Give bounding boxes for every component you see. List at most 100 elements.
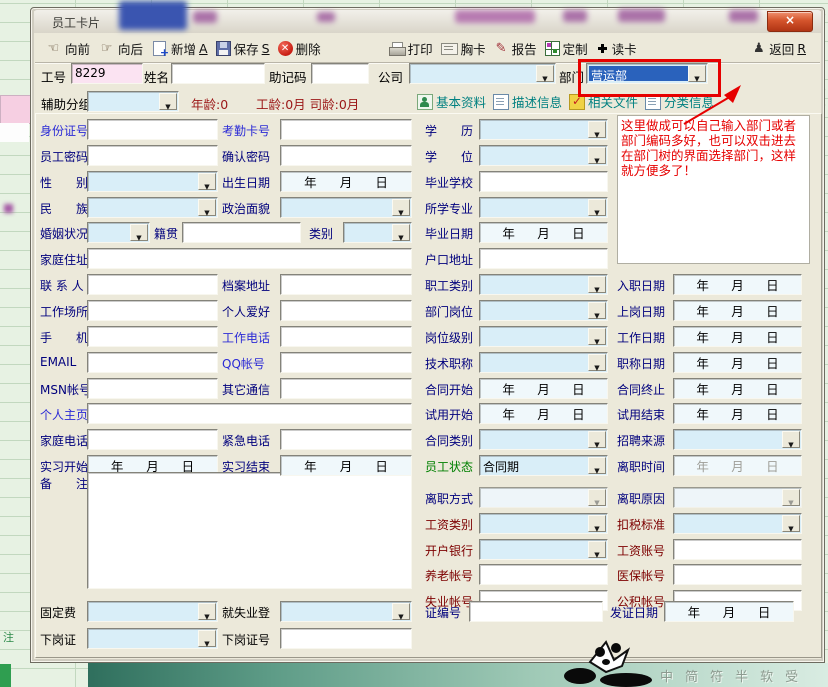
remarks-textarea[interactable] (87, 472, 412, 589)
forward-button[interactable]: ☜向前 (41, 37, 94, 60)
return-button[interactable]: ♟返回R (747, 37, 810, 60)
ime-mode-button[interactable]: 中 (660, 666, 673, 685)
add-new-button[interactable]: 新增A (147, 37, 212, 60)
pension_acct-input[interactable] (479, 564, 608, 585)
dropdown-arrow-icon[interactable]: ▼ (536, 65, 554, 82)
ime-buttons[interactable]: 中 简 符 半 软 受 (660, 666, 798, 685)
dropdown-arrow-icon[interactable]: ▼ (198, 173, 216, 190)
bank-combo[interactable]: ▼ (479, 539, 608, 560)
dropdown-arrow-icon[interactable]: ▼ (588, 354, 606, 371)
political-combo[interactable]: ▼ (280, 197, 412, 218)
save-button[interactable]: 保存S (212, 37, 274, 60)
household_addr-input[interactable] (479, 248, 608, 269)
password-input[interactable] (87, 145, 218, 166)
dropdown-arrow-icon[interactable]: ▼ (588, 276, 606, 293)
dropdown-arrow-icon[interactable]: ▼ (588, 199, 606, 216)
home_address-input[interactable] (87, 248, 412, 269)
tab-1[interactable]: 基本资料 (417, 92, 486, 111)
email-input[interactable] (87, 352, 218, 373)
emp_status-combo[interactable]: 合同期▼ (479, 455, 608, 476)
work_phone-input[interactable] (280, 326, 412, 347)
contact-input[interactable] (87, 274, 218, 295)
degree-combo[interactable]: ▼ (479, 145, 608, 166)
mobile-input[interactable] (87, 326, 218, 347)
cert_no-input[interactable] (469, 601, 603, 622)
gender-combo[interactable]: ▼ (87, 171, 218, 192)
badge-button[interactable]: 胸卡 (437, 37, 490, 60)
dropdown-arrow-icon[interactable]: ▼ (782, 515, 800, 532)
print-button[interactable]: 打印 (385, 37, 437, 60)
ime-softkeyboard-button[interactable]: 软 (760, 666, 773, 685)
cert_date-date-field[interactable]: 年月日 (664, 601, 794, 622)
salary_acct-input[interactable] (673, 539, 802, 560)
salary_type-combo[interactable]: ▼ (479, 513, 608, 534)
recruit_source-combo[interactable]: ▼ (673, 429, 802, 450)
marital-combo[interactable]: ▼ (87, 222, 150, 243)
backward-button[interactable]: ☞向后 (94, 37, 147, 60)
report-button[interactable]: ✎报告 (490, 37, 541, 60)
contract_start-date-field[interactable]: 年月日 (479, 378, 608, 399)
close-button[interactable]: × (767, 11, 813, 32)
company-combo[interactable]: ▼ (409, 63, 556, 84)
birth_date-date-field[interactable]: 年月日 (280, 171, 412, 192)
archive_address-input[interactable] (280, 274, 412, 295)
contract_end-date-field[interactable]: 年月日 (673, 378, 802, 399)
contract_type-combo[interactable]: ▼ (479, 429, 608, 450)
ime-simplified-button[interactable]: 简 (685, 666, 698, 685)
layoff_cert-combo[interactable]: ▼ (87, 628, 218, 649)
medical_acct-input[interactable] (673, 564, 802, 585)
dropdown-arrow-icon[interactable]: ▼ (588, 431, 606, 448)
mnemonic-input[interactable] (311, 63, 369, 84)
other_comm-input[interactable] (280, 378, 412, 399)
fixed_fee-combo[interactable]: ▼ (87, 601, 218, 622)
category-combo[interactable]: ▼ (343, 222, 412, 243)
tech_title-combo[interactable]: ▼ (479, 352, 608, 373)
emergency_phone-input[interactable] (280, 429, 412, 450)
dropdown-arrow-icon[interactable]: ▼ (392, 224, 410, 241)
dropdown-arrow-icon[interactable]: ▼ (198, 199, 216, 216)
confirm_password-input[interactable] (280, 145, 412, 166)
grad_date-date-field[interactable]: 年月日 (479, 222, 608, 243)
name-input[interactable] (171, 63, 265, 84)
dropdown-arrow-icon[interactable]: ▼ (588, 328, 606, 345)
emp_category-combo[interactable]: ▼ (479, 274, 608, 295)
dropdown-arrow-icon[interactable]: ▼ (130, 224, 148, 241)
dropdown-arrow-icon[interactable]: ▼ (392, 199, 410, 216)
idcard-input[interactable] (87, 119, 218, 140)
major-combo[interactable]: ▼ (479, 197, 608, 218)
dropdown-arrow-icon[interactable]: ▼ (588, 541, 606, 558)
workplace-input[interactable] (87, 300, 218, 321)
trial_end-date-field[interactable]: 年月日 (673, 403, 802, 424)
homepage-input[interactable] (87, 403, 412, 424)
entry_date-date-field[interactable]: 年月日 (673, 274, 802, 295)
customize-button[interactable]: 定制 (541, 37, 592, 60)
work_date-date-field[interactable]: 年月日 (673, 326, 802, 347)
trial_start-date-field[interactable]: 年月日 (479, 403, 608, 424)
dropdown-arrow-icon[interactable]: ▼ (198, 603, 216, 620)
tax_std-combo[interactable]: ▼ (673, 513, 802, 534)
dropdown-arrow-icon[interactable]: ▼ (392, 603, 410, 620)
layoff_cert_no-input[interactable] (280, 628, 412, 649)
ime-symbol-button[interactable]: 符 (710, 666, 723, 685)
native_place-input[interactable] (182, 222, 301, 243)
dropdown-arrow-icon[interactable]: ▼ (588, 302, 606, 319)
tab-2[interactable]: 描述信息 (493, 92, 562, 111)
ethnicity-combo[interactable]: ▼ (87, 197, 218, 218)
dropdown-arrow-icon[interactable]: ▼ (588, 515, 606, 532)
title_date-date-field[interactable]: 年月日 (673, 352, 802, 373)
emp-no-input[interactable]: 8229 (71, 63, 143, 84)
dropdown-arrow-icon[interactable]: ▼ (198, 630, 216, 647)
education-combo[interactable]: ▼ (479, 119, 608, 140)
home_phone-input[interactable] (87, 429, 218, 450)
aux-group-combo[interactable]: ▼ (87, 91, 179, 112)
dropdown-arrow-icon[interactable]: ▼ (782, 431, 800, 448)
grad_school-input[interactable] (479, 171, 608, 192)
intern_end-date-field[interactable]: 年月日 (280, 455, 412, 476)
dropdown-arrow-icon[interactable]: ▼ (588, 147, 606, 164)
hobby-input[interactable] (280, 300, 412, 321)
attendance_card-input[interactable] (280, 119, 412, 140)
dropdown-arrow-icon[interactable]: ▼ (588, 457, 606, 474)
ime-halfwidth-button[interactable]: 半 (735, 666, 748, 685)
post_level-combo[interactable]: ▼ (479, 326, 608, 347)
dropdown-arrow-icon[interactable]: ▼ (159, 93, 177, 110)
